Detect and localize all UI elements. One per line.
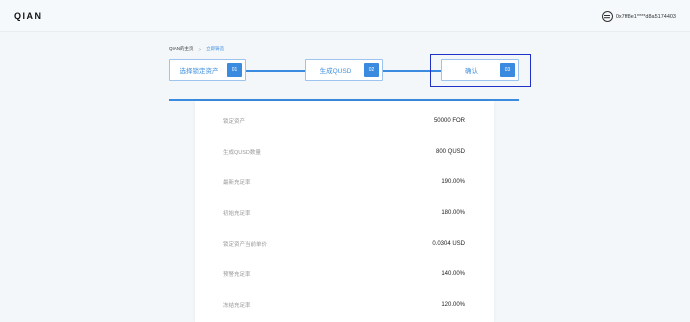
detail-row: 锁定资产当前单价 0.0304 USD bbox=[223, 237, 465, 251]
active-step-highlight bbox=[430, 54, 531, 87]
detail-value: 140.00% bbox=[441, 271, 465, 277]
detail-value: 190.00% bbox=[441, 179, 465, 185]
step-2-label: 生成QUSD bbox=[319, 68, 352, 75]
breadcrumb-separator: > bbox=[198, 46, 202, 52]
wallet-address: 0x7ff8e1****d8a5174403 bbox=[615, 13, 676, 20]
detail-label: 锁定资产 bbox=[223, 119, 246, 125]
detail-label: 初始充足率 bbox=[223, 211, 251, 217]
detail-row: 预警充足率 140.00% bbox=[223, 267, 465, 281]
detail-value: 800 QUSD bbox=[435, 149, 465, 155]
step-connector bbox=[246, 70, 306, 72]
detail-label: 生成QUSD数量 bbox=[223, 150, 261, 156]
detail-value: 0.0304 USD bbox=[432, 241, 465, 247]
confirmation-card: 锁定资产 50000 FOR 生成QUSD数量 800 QUSD 最新充足率 1… bbox=[195, 101, 494, 322]
detail-value: 50000 FOR bbox=[433, 118, 465, 124]
step-2: 生成QUSD 02 bbox=[305, 59, 383, 81]
detail-label: 最新充足率 bbox=[223, 180, 251, 186]
breadcrumb: QIAN的主页 > 立即铸造 bbox=[169, 46, 224, 52]
detail-label: 预警充足率 bbox=[223, 272, 251, 278]
detail-row: 锁定资产 50000 FOR bbox=[223, 114, 465, 128]
detail-value: 180.00% bbox=[441, 210, 465, 216]
detail-value: 120.00% bbox=[441, 302, 465, 308]
top-bar: QIAN 0x7ff8e1****d8a5174403 bbox=[0, 0, 690, 32]
detail-label: 锁定资产当前单价 bbox=[223, 242, 268, 248]
step-1-number: 01 bbox=[227, 63, 242, 77]
logo[interactable]: QIAN bbox=[14, 11, 43, 21]
detail-row: 冻结充足率 120.00% bbox=[223, 298, 465, 312]
breadcrumb-home[interactable]: QIAN的主页 bbox=[169, 46, 194, 52]
detail-row: 生成QUSD数量 800 QUSD bbox=[223, 145, 465, 159]
wallet-info[interactable]: 0x7ff8e1****d8a5174403 bbox=[601, 11, 676, 22]
detail-label: 冻结充足率 bbox=[223, 303, 251, 309]
detail-row: 最新充足率 190.00% bbox=[223, 175, 465, 189]
step-2-number: 02 bbox=[364, 63, 379, 77]
wallet-icon bbox=[601, 11, 613, 22]
detail-row: 初始充足率 180.00% bbox=[223, 206, 465, 220]
step-1-label: 选择锁定资产 bbox=[179, 68, 219, 75]
step-1: 选择锁定资产 01 bbox=[169, 59, 246, 81]
breadcrumb-current: 立即铸造 bbox=[206, 46, 225, 51]
